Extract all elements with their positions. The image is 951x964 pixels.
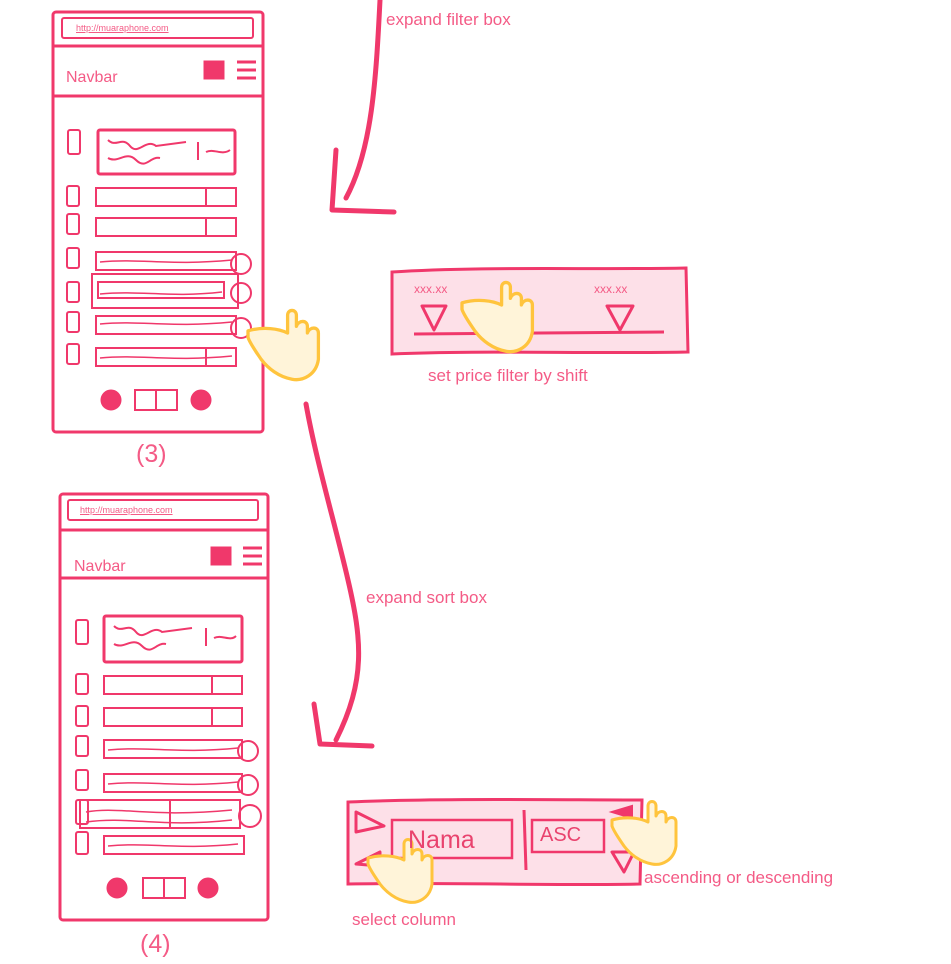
wireframe-sketch: [51, 0, 690, 922]
price-filter-box: [390, 266, 690, 356]
expand-filter-note: expand filter box: [386, 10, 511, 29]
expand-sort-note: expand sort box: [366, 588, 487, 607]
arrow-icon: [303, 0, 397, 749]
mockup-4-caption: (4): [140, 930, 171, 958]
price-filter-note: set price filter by shift: [428, 366, 588, 385]
mockup-3-navbar: Navbar: [66, 69, 118, 86]
mockup-3-url: http://muaraphone.com: [76, 23, 169, 33]
price-max-label: xxx.xx: [594, 282, 628, 296]
sort-column-select[interactable]: Nama: [408, 826, 475, 855]
price-min-label: xxx.xx: [414, 282, 448, 296]
select-column-note: select column: [352, 910, 456, 929]
mockup-3-caption: (3): [136, 440, 167, 468]
mockup-4-url: http://muaraphone.com: [80, 505, 173, 515]
sort-order-select[interactable]: ASC: [540, 824, 581, 847]
ascending-note: ascending or descending: [644, 868, 834, 887]
mockup-4-navbar: Navbar: [74, 558, 126, 575]
